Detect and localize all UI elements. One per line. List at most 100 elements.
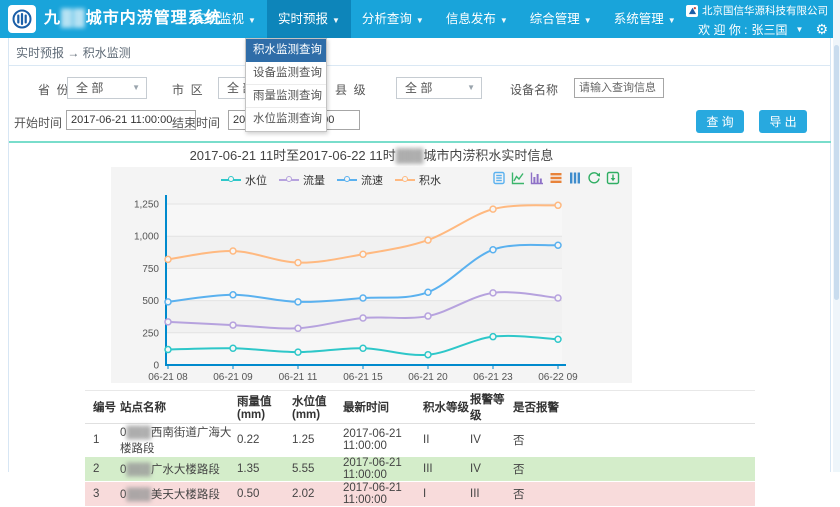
- svg-text:06-21 23: 06-21 23: [473, 372, 513, 383]
- svg-text:06-21 08: 06-21 08: [148, 372, 188, 383]
- chevron-down-icon: ▼: [132, 78, 140, 98]
- query-button[interactable]: 查 询: [696, 110, 744, 133]
- city-label: 市 区: [172, 81, 203, 98]
- chevron-down-icon: ▼: [500, 16, 508, 25]
- redacted-text: ███: [126, 464, 150, 476]
- table-row: 30███美天大楼路段0.502.022017-06-21 11:00:00II…: [85, 482, 755, 507]
- legend-item-水位[interactable]: 水位: [221, 172, 267, 188]
- svg-text:1,250: 1,250: [134, 200, 159, 211]
- cell-flood-level: III: [423, 457, 470, 482]
- cell-alarm-level: IV: [470, 424, 513, 457]
- settings-gear-icon[interactable]: ⚙: [815, 21, 828, 38]
- legend-marker: [395, 179, 415, 181]
- menu-item-设备监测查询[interactable]: 设备监测查询: [246, 62, 326, 85]
- redacted-city-name: ███: [396, 148, 424, 163]
- bar-chart-icon[interactable]: [530, 171, 544, 190]
- chevron-down-icon: ▼: [416, 16, 424, 25]
- svg-text:250: 250: [142, 328, 159, 339]
- svg-text:06-21 11: 06-21 11: [279, 372, 318, 383]
- legend-item-积水[interactable]: 积水: [395, 172, 441, 188]
- chevron-down-icon[interactable]: ▼: [796, 25, 804, 34]
- scrollbar-track[interactable]: [833, 0, 840, 472]
- column-header: 雨量值(mm): [237, 391, 292, 424]
- table-row: 10███西南街道广海大楼路段0.221.252017-06-21 11:00:…: [85, 424, 755, 457]
- stack-icon[interactable]: [549, 171, 563, 190]
- breadcrumb: 实时预报 → 积水监测: [16, 44, 131, 61]
- line-chart-icon[interactable]: [511, 171, 525, 190]
- device-name-label: 设备名称: [510, 81, 558, 98]
- menu-item-雨量监测查询[interactable]: 雨量监测查询: [246, 85, 326, 108]
- cell-is-alarm: 否: [513, 457, 755, 482]
- section-divider: [9, 141, 831, 143]
- column-header: 最新时间: [343, 391, 423, 424]
- column-header: 报警等级: [470, 391, 513, 424]
- cell-flood-level: II: [423, 424, 470, 457]
- cell-water-value: 1.25: [292, 424, 343, 457]
- nav-item-信息发布[interactable]: 信息发布▼: [435, 0, 519, 38]
- export-button[interactable]: 导 出: [759, 110, 807, 133]
- cell-id: 1: [85, 424, 120, 457]
- nav-item-分析查询[interactable]: 分析查询▼: [351, 0, 435, 38]
- redacted-text: ███: [126, 489, 150, 501]
- column-header: 是否报警: [513, 391, 755, 424]
- cell-water-value: 2.02: [292, 482, 343, 507]
- data-view-icon[interactable]: [492, 171, 506, 190]
- column-header: 水位值(mm): [292, 391, 343, 424]
- cell-rain-value: 0.22: [237, 424, 292, 457]
- save-image-icon[interactable]: [606, 171, 620, 190]
- svg-text:06-21 15: 06-21 15: [343, 372, 383, 383]
- breadcrumb-arrow-icon: →: [67, 46, 82, 60]
- svg-text:06-21 09: 06-21 09: [213, 372, 253, 383]
- svg-text:750: 750: [142, 264, 159, 275]
- app-logo-icon: [8, 5, 36, 33]
- main-nav: 实时监视▼实时预报▼分析查询▼信息发布▼综合管理▼系统管理▼: [183, 0, 687, 38]
- cell-flood-level: I: [423, 482, 470, 507]
- province-select[interactable]: 全 部▼: [67, 77, 147, 99]
- cell-station-name: 0███美天大楼路段: [120, 482, 237, 507]
- nav-item-实时预报[interactable]: 实时预报▼: [267, 0, 351, 38]
- cell-is-alarm: 否: [513, 482, 755, 507]
- legend-item-流速[interactable]: 流速: [337, 172, 383, 188]
- county-select[interactable]: 全 部▼: [396, 77, 482, 99]
- table-header-row: 编号站点名称雨量值(mm)水位值(mm)最新时间积水等级报警等级是否报警: [85, 391, 755, 424]
- restore-icon[interactable]: [587, 171, 601, 190]
- nav-item-实时监视[interactable]: 实时监视▼: [183, 0, 267, 38]
- menu-item-水位监测查询[interactable]: 水位监测查询: [246, 108, 326, 131]
- province-label: 省 份: [38, 81, 69, 98]
- column-header: 积水等级: [423, 391, 470, 424]
- nav-item-综合管理[interactable]: 综合管理▼: [519, 0, 603, 38]
- legend-item-流量[interactable]: 流量: [279, 172, 325, 188]
- content-border-right: [830, 38, 831, 472]
- cell-rain-value: 1.35: [237, 457, 292, 482]
- svg-text:1,000: 1,000: [134, 232, 159, 243]
- tiled-icon[interactable]: [568, 171, 582, 190]
- cell-rain-value: 0.50: [237, 482, 292, 507]
- line-chart-plot: 0 250 500 750 1,000 1,250 06-21 08 06-21 09 06-2…: [111, 167, 632, 383]
- menu-item-积水监测查询[interactable]: 积水监测查询: [246, 39, 326, 62]
- cell-id: 2: [85, 457, 120, 482]
- table-row: 20███广水大楼路段1.355.552017-06-21 11:00:00II…: [85, 457, 755, 482]
- breadcrumb-divider: [9, 65, 831, 66]
- column-header: 站点名称: [120, 391, 237, 424]
- header-right: 北京国信华源科技有限公司 欢 迎 你 : 张三国 ▼ ⚙: [686, 0, 828, 38]
- legend-marker: [221, 179, 241, 181]
- chevron-down-icon: ▼: [248, 16, 256, 25]
- chart-title: 2017-06-21 11时至2017-06-22 11时███城市内涝积水实时…: [111, 145, 632, 164]
- svg-text:500: 500: [142, 296, 159, 307]
- county-label: 县 级: [335, 81, 366, 98]
- legend-marker: [337, 179, 357, 181]
- cell-station-name: 0███西南街道广海大楼路段: [120, 424, 237, 457]
- user-name[interactable]: 张三国: [752, 21, 788, 38]
- scrollbar-thumb[interactable]: [834, 45, 839, 300]
- content-border-left: [8, 38, 9, 472]
- end-time-label: 结束时间: [172, 114, 220, 131]
- chart: 水位流量流速积水 0 250 500 750 1,000 1,250 06-21 08 06-…: [111, 167, 632, 383]
- cell-latest-time: 2017-06-21 11:00:00: [343, 482, 423, 507]
- welcome-user: 欢 迎 你 : 张三国 ▼ ⚙: [686, 21, 828, 38]
- svg-text:06-21 20: 06-21 20: [408, 372, 448, 383]
- nav-item-系统管理[interactable]: 系统管理▼: [603, 0, 687, 38]
- device-name-input[interactable]: [574, 78, 664, 98]
- cell-id: 3: [85, 482, 120, 507]
- cell-alarm-level: IV: [470, 457, 513, 482]
- svg-text:0: 0: [153, 361, 159, 372]
